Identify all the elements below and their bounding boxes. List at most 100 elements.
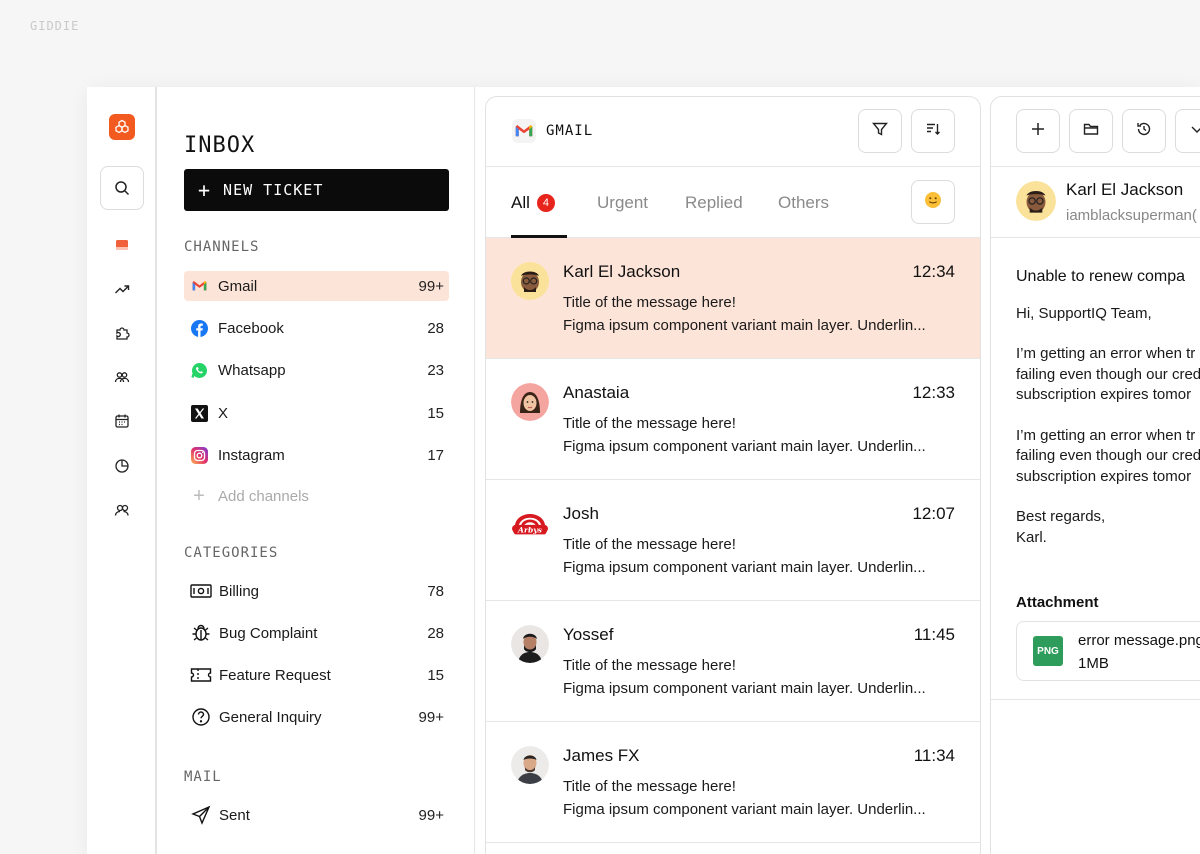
facebook-icon: [189, 318, 209, 338]
category-feature-request[interactable]: Feature Request 15: [184, 660, 449, 690]
avatar: [511, 262, 549, 300]
inbox-title: INBOX: [184, 133, 256, 158]
tab-all[interactable]: All 4: [511, 193, 555, 213]
mail-label: MAIL: [184, 769, 222, 785]
message-row[interactable]: Anastaia 12:33 Title of the message here…: [486, 359, 980, 480]
question-icon: [189, 707, 213, 727]
channel-gmail[interactable]: Gmail 99+: [184, 271, 449, 301]
tab-label: Replied: [685, 193, 743, 212]
body-line: I’m getting an error when tr: [1016, 426, 1196, 444]
message-preview: Figma ipsum component variant main layer…: [563, 559, 926, 576]
message-preview: Figma ipsum component variant main layer…: [563, 680, 926, 697]
category-general-inquiry[interactable]: General Inquiry 99+: [184, 702, 449, 732]
message-paragraph: I’m getting an error when tr failing eve…: [1016, 344, 1200, 406]
category-bug-complaint[interactable]: Bug Complaint 28: [184, 618, 449, 648]
mail-sent[interactable]: Sent 99+: [184, 800, 449, 830]
message-time: 12:34: [912, 262, 955, 281]
category-count: 78: [427, 582, 444, 600]
message-row[interactable]: Arbys Josh 12:07 Title of the message he…: [486, 480, 980, 601]
search-icon[interactable]: [100, 166, 144, 210]
filter-button[interactable]: [858, 109, 902, 153]
channel-facebook[interactable]: Facebook 28: [184, 313, 449, 343]
unread-badge: 4: [536, 194, 555, 212]
message-list-panel: GMAIL All 4 Urgent Replied Others Karl E…: [485, 96, 981, 854]
users-icon[interactable]: [112, 367, 132, 387]
message-row[interactable]: James FX 11:34 Title of the message here…: [486, 722, 980, 843]
message-preview: Figma ipsum component variant main layer…: [563, 801, 926, 818]
add-button[interactable]: [1016, 109, 1060, 153]
list-title-text: GMAIL: [546, 123, 594, 139]
sender-name: Yossef: [563, 625, 614, 644]
channel-count: 15: [427, 404, 444, 422]
category-billing[interactable]: Billing 78: [184, 576, 449, 606]
emoji-button[interactable]: [911, 180, 955, 224]
channel-label: Whatsapp: [218, 361, 286, 379]
tab-others[interactable]: Others: [778, 193, 829, 213]
channel-instagram[interactable]: Instagram 17: [184, 440, 449, 470]
tab-label: Urgent: [597, 193, 649, 212]
message-subject: Title of the message here!: [563, 294, 736, 311]
filter-icon: [872, 121, 888, 142]
category-label: Bug Complaint: [219, 624, 318, 642]
channel-whatsapp[interactable]: Whatsapp 23: [184, 355, 449, 385]
calendar-icon[interactable]: [112, 411, 132, 431]
message-subject: Title of the message here!: [563, 657, 736, 674]
detail-toolbar: [991, 97, 1200, 167]
pie-chart-icon[interactable]: [112, 456, 132, 476]
more-button[interactable]: [1175, 109, 1200, 153]
sender-name: Karl El Jackson: [1066, 180, 1184, 199]
sender-name: Anastaia: [563, 383, 630, 402]
category-label: Billing: [219, 582, 260, 600]
body-line: failing even though our cred: [1016, 365, 1200, 383]
inbox-sidebar: INBOX + NEW TICKET CHANNELS Gmail 99+ Fa…: [159, 87, 475, 854]
channel-count: 17: [427, 446, 444, 464]
tab-urgent[interactable]: Urgent: [597, 193, 648, 213]
inbox-icon[interactable]: [112, 235, 132, 255]
new-ticket-button[interactable]: + NEW TICKET: [184, 169, 449, 211]
list-header: GMAIL: [486, 97, 980, 167]
filter-tabs: All 4 Urgent Replied Others: [486, 167, 980, 238]
avatar: [1016, 181, 1056, 221]
avatar: [511, 625, 549, 663]
categories-label: CATEGORIES: [184, 545, 279, 561]
bug-icon: [189, 623, 213, 643]
attachment-file[interactable]: PNG error message.png 1MB: [1016, 621, 1200, 681]
message-time: 11:45: [913, 625, 955, 644]
send-icon: [189, 805, 213, 825]
body-line: Best regards,: [1016, 508, 1106, 525]
message-time: 11:34: [913, 746, 955, 765]
instagram-icon: [189, 445, 209, 465]
plus-icon: +: [193, 484, 205, 507]
chevron-down-icon: [1189, 121, 1200, 142]
channel-count: 99+: [418, 277, 444, 295]
sender-name: James FX: [563, 746, 640, 765]
history-button[interactable]: [1122, 109, 1166, 153]
tab-label: All: [511, 193, 530, 212]
file-name: error message.png: [1078, 632, 1200, 649]
puzzle-icon[interactable]: [112, 323, 132, 343]
folder-button[interactable]: [1069, 109, 1113, 153]
channel-count: 28: [427, 319, 444, 337]
tab-replied[interactable]: Replied: [685, 193, 743, 213]
smiley-icon: [924, 191, 942, 214]
channel-count: 23: [427, 361, 444, 379]
ticket-icon: [189, 665, 213, 685]
plus-icon: +: [198, 178, 212, 202]
channel-label: Gmail: [218, 277, 258, 295]
add-channels-button[interactable]: + Add channels: [184, 481, 449, 511]
body-line: Karl.: [1016, 528, 1047, 546]
trending-icon[interactable]: [112, 279, 132, 299]
category-label: General Inquiry: [219, 708, 322, 726]
app-logo-icon[interactable]: [109, 114, 135, 140]
category-count: 99+: [418, 708, 444, 726]
arbys-logo-icon: Arbys: [511, 504, 549, 542]
message-row[interactable]: Karl El Jackson 12:34 Title of the messa…: [486, 238, 980, 359]
mail-label-text: Sent: [219, 806, 250, 824]
sort-button[interactable]: [911, 109, 955, 153]
message-paragraph: I’m getting an error when tr failing eve…: [1016, 426, 1200, 488]
body-line: subscription expires tomor: [1016, 386, 1192, 403]
team-icon[interactable]: [112, 500, 132, 520]
channel-x[interactable]: X 15: [184, 398, 449, 428]
message-row[interactable]: Yossef 11:45 Title of the message here! …: [486, 601, 980, 722]
channel-label: Facebook: [218, 319, 284, 337]
